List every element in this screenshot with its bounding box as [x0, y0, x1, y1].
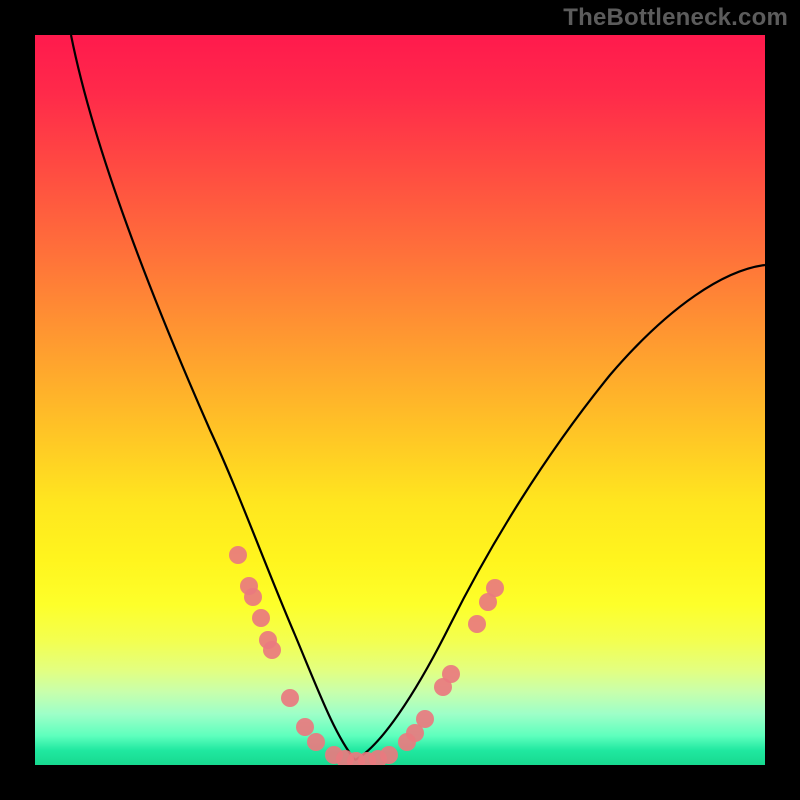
data-marker	[244, 588, 262, 606]
right-curve	[355, 265, 765, 760]
watermark-label: TheBottleneck.com	[563, 4, 788, 32]
data-marker	[380, 746, 398, 764]
data-marker	[263, 641, 281, 659]
data-marker	[281, 689, 299, 707]
data-marker	[442, 665, 460, 683]
plot-area	[35, 35, 765, 765]
data-marker	[296, 718, 314, 736]
left-curve	[71, 35, 355, 760]
chart-frame: TheBottleneck.com	[0, 0, 800, 800]
data-marker	[252, 609, 270, 627]
data-marker	[486, 579, 504, 597]
data-marker	[416, 710, 434, 728]
marker-group	[229, 546, 504, 765]
data-marker	[307, 733, 325, 751]
data-marker	[468, 615, 486, 633]
chart-svg	[35, 35, 765, 765]
data-marker	[229, 546, 247, 564]
